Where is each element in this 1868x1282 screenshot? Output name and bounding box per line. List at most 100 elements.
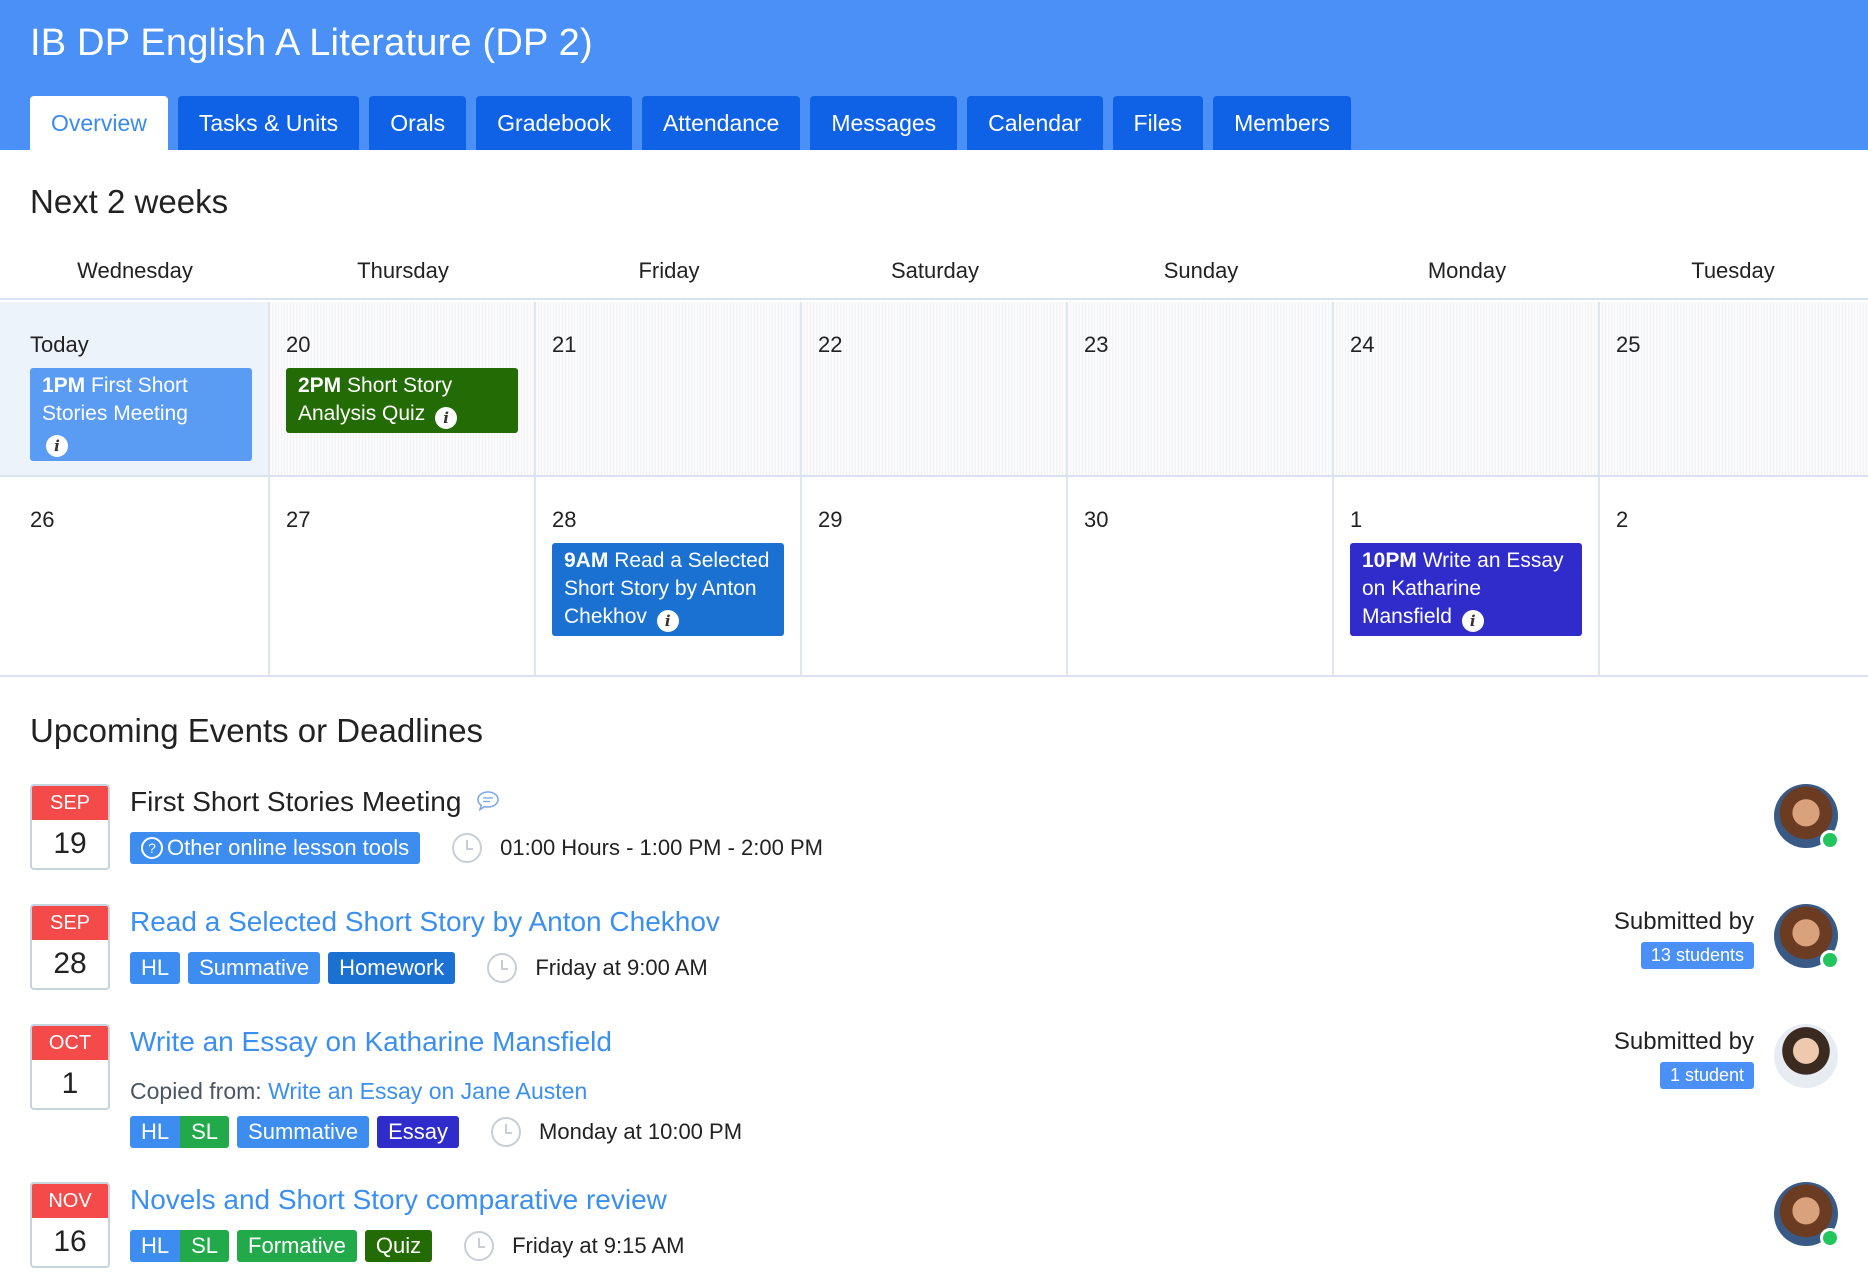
submitted-label: Submitted by (1613, 1028, 1754, 1055)
calendar-event[interactable]: 2PM Short Story Analysis Quiz i (286, 368, 518, 433)
info-icon[interactable]: i (1461, 610, 1484, 632)
calendar-event[interactable]: 1PM First Short Stories Meeting i (30, 368, 252, 461)
tab-overview[interactable]: Overview (30, 96, 168, 150)
weekday-label: Saturday (890, 258, 980, 283)
event-title-link[interactable]: Novels and Short Story comparative revie… (130, 1184, 667, 1216)
info-icon[interactable]: i (435, 407, 458, 429)
calendar-day[interactable]: 23 (1068, 302, 1334, 475)
day-number: 21 (552, 332, 577, 357)
weekday-header: Wednesday Thursday Friday Saturday Sunda… (0, 248, 1868, 300)
calendar-event[interactable]: 9AM Read a Selected Short Story by Anton… (552, 543, 784, 636)
event-title-text: First Short Stories Meeting (130, 786, 462, 817)
calendar-day-today[interactable]: Today 1PM First Short Stories Meeting i (0, 302, 270, 475)
calendar-day[interactable]: 2 (1600, 477, 1868, 675)
date-month: OCT (32, 1026, 108, 1060)
day-number: 27 (286, 507, 311, 532)
day-number: 26 (30, 507, 55, 532)
next-weeks-title: Next 2 weeks (30, 183, 229, 220)
day-number: 23 (1084, 332, 1109, 357)
event-title[interactable]: First Short Stories Meeting (130, 786, 501, 820)
event-title-link[interactable]: Read a Selected Short Story by Anton Che… (130, 906, 720, 938)
calendar-day[interactable]: 30 (1068, 477, 1334, 675)
app-header: IB DP English A Literature (DP 2) Overvi… (0, 0, 1868, 150)
day-number: 20 (286, 332, 311, 357)
day-number: 30 (1084, 507, 1109, 532)
date-day: 16 (53, 1225, 87, 1258)
tag-hl: HL (130, 1230, 181, 1262)
copied-from-link[interactable]: Write an Essay on Jane Austen (268, 1078, 587, 1104)
clock-icon (452, 833, 483, 863)
calendar-day[interactable]: 1 10PM Write an Essay on Katharine Mansf… (1334, 477, 1600, 675)
calendar-event[interactable]: 10PM Write an Essay on Katharine Mansfie… (1350, 543, 1582, 636)
event-time: 9AM (564, 549, 609, 572)
event-time: Friday at 9:15 AM (464, 1231, 685, 1261)
upcoming-title: Upcoming Events or Deadlines (30, 712, 484, 749)
calendar-day[interactable]: 27 (270, 477, 536, 675)
page-title: IB DP English A Literature (DP 2) (30, 22, 593, 64)
day-number: 28 (552, 507, 577, 532)
submitted-count-badge[interactable]: 13 students (1640, 942, 1754, 969)
submitted-label: Submitted by (1613, 908, 1754, 935)
calendar-day[interactable]: 24 (1334, 302, 1600, 475)
calendar-grid: Today 1PM First Short Stories Meeting i … (0, 302, 1868, 677)
upcoming-item: SEP 28 Read a Selected Short Story by An… (30, 904, 1840, 1004)
online-indicator (1820, 1228, 1840, 1248)
date-badge: OCT 1 (30, 1024, 110, 1110)
clock-icon (487, 953, 518, 983)
tab-bar: Overview Tasks & Units Orals Gradebook A… (30, 96, 1351, 150)
level-tags: HL SL (130, 1116, 230, 1148)
weekday-label: Tuesday (1691, 258, 1775, 283)
avatar[interactable] (1774, 1024, 1838, 1088)
tag-homework: Homework (328, 952, 456, 984)
info-icon[interactable]: i (46, 435, 68, 457)
calendar-day[interactable]: 20 2PM Short Story Analysis Quiz i (270, 302, 536, 475)
date-month: SEP (32, 906, 108, 940)
event-time: Monday at 10:00 PM (491, 1117, 742, 1147)
submitted-count-badge[interactable]: 1 student (1659, 1062, 1754, 1089)
tab-calendar[interactable]: Calendar (967, 96, 1103, 150)
day-number: Today (30, 332, 89, 357)
online-indicator (1820, 950, 1840, 970)
day-number: 25 (1616, 332, 1641, 357)
date-day: 1 (61, 1067, 79, 1100)
question-icon: ? (141, 837, 163, 859)
tab-gradebook[interactable]: Gradebook (476, 96, 632, 150)
calendar-day[interactable]: 28 9AM Read a Selected Short Story by An… (536, 477, 802, 675)
tag-formative: Formative (237, 1230, 357, 1262)
calendar-day[interactable]: 29 (802, 477, 1068, 675)
comment-icon[interactable] (475, 788, 501, 820)
weekday-label: Wednesday (77, 258, 193, 283)
day-number: 24 (1350, 332, 1375, 357)
submission-status: Submitted by 13 students (1614, 908, 1754, 969)
tab-tasks-units[interactable]: Tasks & Units (177, 96, 360, 150)
event-time: 01:00 Hours - 1:00 PM - 2:00 PM (452, 833, 823, 863)
tag-list: HL SL Formative Quiz Friday at 9:15 AM (130, 1230, 685, 1262)
tab-orals[interactable]: Orals (369, 96, 467, 150)
lesson-tool-tag[interactable]: ? Other online lesson tools (130, 832, 421, 864)
calendar-day[interactable]: 21 (536, 302, 802, 475)
weekday-label: Friday (638, 258, 700, 283)
calendar-day[interactable]: 25 (1600, 302, 1868, 475)
tag-hl: HL (130, 952, 181, 984)
tab-attendance[interactable]: Attendance (641, 96, 801, 150)
info-icon[interactable]: i (656, 610, 679, 632)
calendar-day[interactable]: 26 (0, 477, 270, 675)
event-time: 1PM (42, 374, 86, 397)
tab-messages[interactable]: Messages (810, 96, 958, 150)
tag-list: ? Other online lesson tools 01:00 Hours … (130, 832, 823, 864)
weekday-label: Sunday (1163, 258, 1239, 283)
weekday-label: Monday (1427, 258, 1507, 283)
tab-members[interactable]: Members (1213, 96, 1351, 150)
submission-status: Submitted by 1 student (1614, 1028, 1754, 1089)
calendar-week: Today 1PM First Short Stories Meeting i … (0, 302, 1868, 477)
date-badge: SEP 19 (30, 784, 110, 870)
tag-list: HL SL Summative Essay Monday at 10:00 PM (130, 1116, 742, 1148)
event-title-link[interactable]: Write an Essay on Katharine Mansfield (130, 1026, 612, 1058)
calendar-week: 26 27 28 9AM Read a Selected Short Story… (0, 477, 1868, 677)
date-month: NOV (32, 1184, 108, 1218)
copied-label: Copied from: (130, 1078, 262, 1104)
weekday-label: Thursday (357, 258, 449, 283)
tag-list: HL Summative Homework Friday at 9:00 AM (130, 952, 708, 984)
tab-files[interactable]: Files (1112, 96, 1204, 150)
calendar-day[interactable]: 22 (802, 302, 1068, 475)
